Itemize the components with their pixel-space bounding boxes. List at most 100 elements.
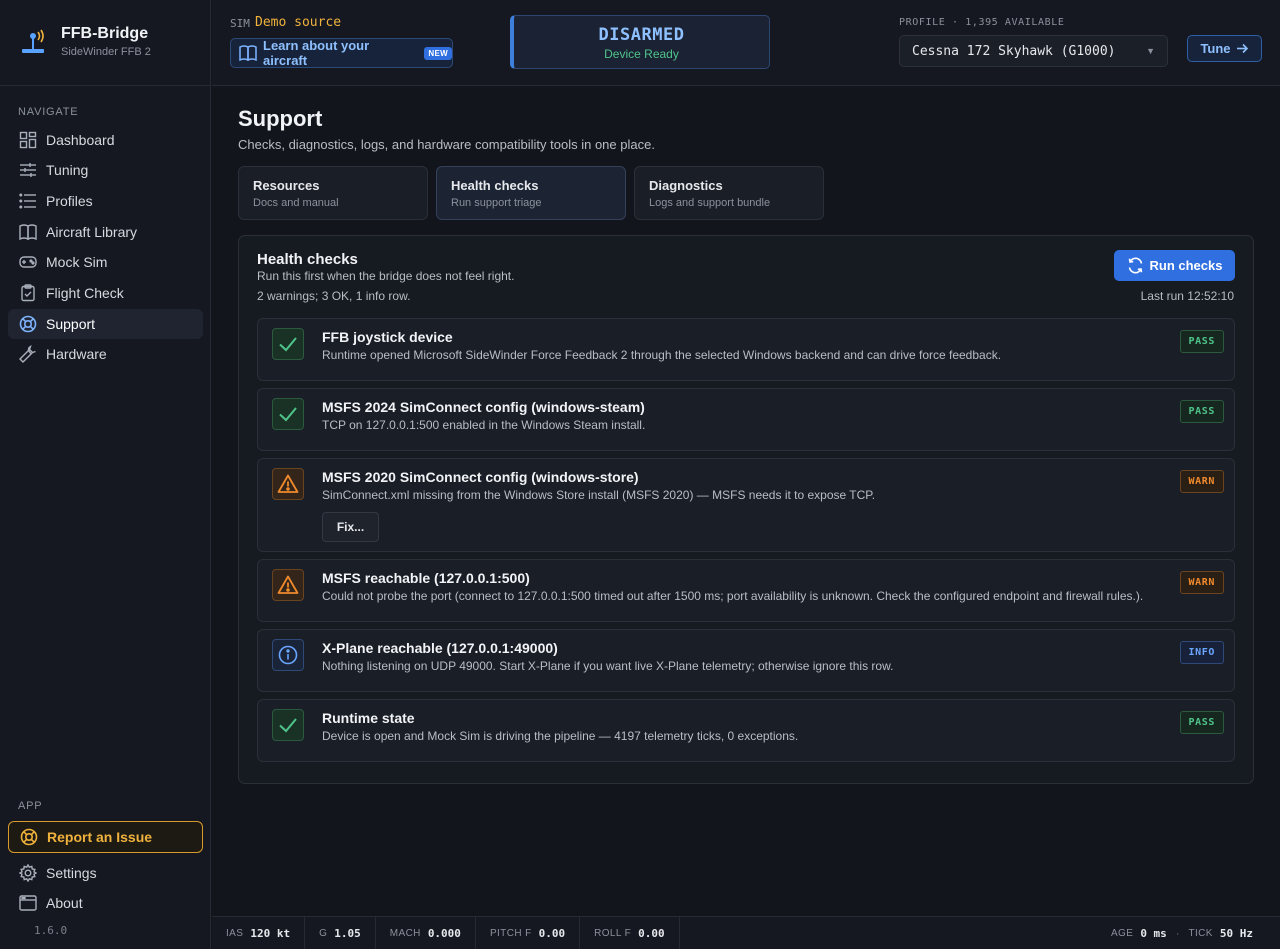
sidebar-item-aircraft-library[interactable]: Aircraft Library <box>8 217 203 247</box>
lifebuoy-icon <box>18 314 38 334</box>
sidebar-item-settings[interactable]: Settings <box>8 858 203 888</box>
check-description: Nothing listening on UDP 49000. Start X-… <box>322 659 894 673</box>
sidebar-item-flight-check[interactable]: Flight Check <box>8 278 203 308</box>
profile-value: Cessna 172 Skyhawk (G1000) <box>912 43 1116 59</box>
tab-title: Diagnostics <box>649 178 723 193</box>
telemetry-label: G <box>319 927 328 939</box>
panel-title: Health checks <box>257 251 358 268</box>
sidebar-item-dashboard[interactable]: Dashboard <box>8 125 203 155</box>
telemetry-roll-force: ROLL F 0.00 <box>580 916 680 949</box>
chevron-down-icon: ▼ <box>1146 46 1155 56</box>
sliders-icon <box>18 160 38 180</box>
sidebar: FFB-Bridge SideWinder FFB 2 NAVIGATE Das… <box>0 0 211 949</box>
new-badge: NEW <box>424 46 452 60</box>
page-description: Checks, diagnostics, logs, and hardware … <box>238 137 655 152</box>
telemetry-mach: MACH 0.000 <box>376 916 476 949</box>
report-issue-label: Report an Issue <box>47 829 153 845</box>
telemetry-label: TICK <box>1188 928 1213 939</box>
tune-button[interactable]: Tune <box>1187 35 1262 62</box>
telemetry-value: 0 ms <box>1140 927 1167 940</box>
sidebar-item-label: Settings <box>46 865 97 881</box>
check-row-msfs2024-config: MSFS 2024 SimConnect config (windows-ste… <box>257 388 1235 451</box>
tab-health-checks[interactable]: Health checks Run support triage <box>436 166 626 220</box>
check-description: Could not probe the port (connect to 127… <box>322 589 1144 603</box>
telemetry-bar: IAS 120 kt G 1.05 MACH 0.000 PITCH F 0.0… <box>212 916 1280 949</box>
gear-icon <box>18 863 38 883</box>
check-row-msfs-reachable: MSFS reachable (127.0.0.1:500) Could not… <box>257 559 1235 622</box>
sidebar-item-label: Tuning <box>46 162 89 178</box>
app-section-label: APP <box>18 800 43 812</box>
arm-status-box: DISARMED Device Ready <box>510 15 770 69</box>
sidebar-item-profiles[interactable]: Profiles <box>8 186 203 216</box>
sidebar-item-mock-sim[interactable]: Mock Sim <box>8 247 203 277</box>
sidebar-item-label: Support <box>46 316 96 332</box>
run-checks-button[interactable]: Run checks <box>1114 250 1235 281</box>
check-row-msfs2020-config: MSFS 2020 SimConnect config (windows-sto… <box>257 458 1235 552</box>
telemetry-label: IAS <box>226 927 244 939</box>
brand-header: FFB-Bridge SideWinder FFB 2 <box>0 0 211 86</box>
wrench-icon <box>18 344 38 364</box>
status-badge: PASS <box>1179 400 1224 423</box>
telemetry-value: 0.00 <box>538 926 566 940</box>
status-badge: PASS <box>1179 711 1224 734</box>
sim-label: SIM <box>230 17 250 30</box>
last-run-time: Last run 12:52:10 <box>1140 289 1234 303</box>
device-status: Device Ready <box>604 47 679 61</box>
refresh-icon <box>1127 257 1144 274</box>
window-icon <box>18 893 38 913</box>
app-subtitle: SideWinder FFB 2 <box>61 46 151 58</box>
sidebar-item-about[interactable]: About <box>8 888 203 918</box>
grid-icon <box>18 130 38 150</box>
check-title: Runtime state <box>322 710 415 726</box>
warning-triangle-icon <box>272 569 304 601</box>
check-description: Device is open and Mock Sim is driving t… <box>322 729 799 743</box>
tab-title: Health checks <box>451 178 539 193</box>
check-pass-icon <box>272 398 304 430</box>
sim-source-value: Demo source <box>255 15 342 30</box>
sidebar-item-label: Profiles <box>46 193 93 209</box>
nav-section-label: NAVIGATE <box>18 106 79 118</box>
telemetry-label: ROLL F <box>594 927 632 939</box>
learn-about-aircraft-button[interactable]: Learn about your aircraft NEW <box>230 38 453 68</box>
check-title: MSFS 2020 SimConnect config (windows-sto… <box>322 469 639 485</box>
sidebar-item-tuning[interactable]: Tuning <box>8 155 203 185</box>
sidebar-item-label: Flight Check <box>46 285 124 301</box>
warning-triangle-icon <box>272 468 304 500</box>
gamepad-icon <box>18 252 38 272</box>
sidebar-item-support[interactable]: Support <box>8 309 203 339</box>
telemetry-g: G 1.05 <box>305 916 376 949</box>
check-pass-icon <box>272 709 304 741</box>
status-badge: INFO <box>1179 641 1224 664</box>
tab-resources[interactable]: Resources Docs and manual <box>238 166 428 220</box>
check-description: Runtime opened Microsoft SideWinder Forc… <box>322 348 1002 362</box>
status-badge: WARN <box>1179 571 1224 594</box>
fix-button[interactable]: Fix... <box>322 512 379 542</box>
telemetry-label: AGE <box>1110 928 1134 939</box>
tab-diagnostics[interactable]: Diagnostics Logs and support bundle <box>634 166 824 220</box>
telemetry-pitch-force: PITCH F 0.00 <box>476 916 581 949</box>
telemetry-label: MACH <box>389 927 421 939</box>
telemetry-value: 1.05 <box>334 926 361 940</box>
telemetry-value: 120 kt <box>250 926 291 940</box>
profile-label: PROFILE · 1,395 AVAILABLE <box>899 17 1065 28</box>
health-checks-panel: Health checks Run this first when the br… <box>238 235 1254 784</box>
check-title: MSFS 2024 SimConnect config (windows-ste… <box>322 399 645 415</box>
telemetry-value: 0.000 <box>427 926 461 940</box>
page-title: Support <box>238 106 323 131</box>
arm-status: DISARMED <box>598 25 685 45</box>
tab-subtitle: Logs and support bundle <box>649 197 771 209</box>
profile-select[interactable]: Cessna 172 Skyhawk (G1000) ▼ <box>899 35 1168 67</box>
sidebar-item-label: Mock Sim <box>46 254 108 270</box>
check-row-ffb-joystick: FFB joystick device Runtime opened Micro… <box>257 318 1235 381</box>
report-issue-button[interactable]: Report an Issue <box>8 821 203 853</box>
panel-description: Run this first when the bridge does not … <box>257 269 515 283</box>
check-description: SimConnect.xml missing from the Windows … <box>322 488 876 502</box>
check-title: FFB joystick device <box>322 329 453 345</box>
run-checks-label: Run checks <box>1149 258 1223 273</box>
sidebar-item-hardware[interactable]: Hardware <box>8 339 203 369</box>
check-title: MSFS reachable (127.0.0.1:500) <box>322 570 530 586</box>
telemetry-timing: AGE 0 ms · TICK 50 Hz <box>1111 917 1253 949</box>
clipboard-check-icon <box>18 283 38 303</box>
sidebar-item-label: Aircraft Library <box>46 224 138 240</box>
check-row-xplane-reachable: X-Plane reachable (127.0.0.1:49000) Noth… <box>257 629 1235 692</box>
